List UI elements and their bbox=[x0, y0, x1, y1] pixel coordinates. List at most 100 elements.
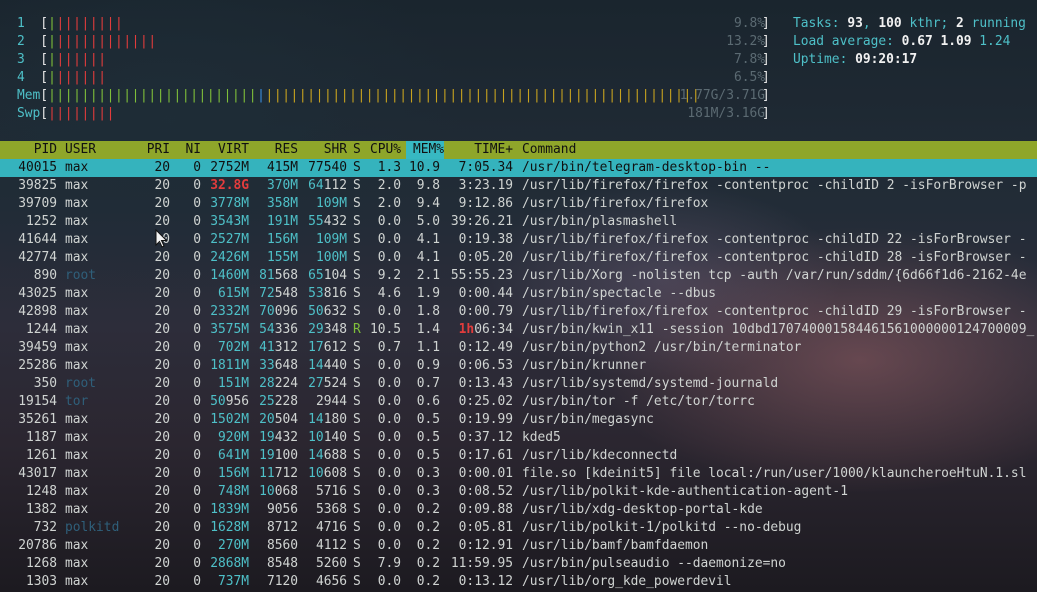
process-cmd: /usr/bin/megasync bbox=[522, 412, 654, 427]
process-ni: 0 bbox=[193, 160, 201, 175]
column-header-pid[interactable]: PID bbox=[0, 141, 57, 159]
column-header-time[interactable]: TIME+ bbox=[440, 141, 513, 159]
process-user: max bbox=[65, 304, 89, 319]
process-cpu: 0.0 bbox=[377, 376, 401, 391]
process-row[interactable]: 39709 max 20 0 3778M 358M 109M S 2.0 9.4 9:12.86/u… bbox=[0, 195, 1037, 213]
process-row[interactable]: 1248 max 20 0 748M 10068 5716 S 0.0 0.3 0:08.52/us… bbox=[0, 483, 1037, 501]
process-pid: 890 bbox=[33, 268, 57, 283]
kthr-label: kthr; bbox=[909, 16, 949, 31]
column-header-user[interactable]: USER bbox=[65, 141, 135, 159]
process-ni: 0 bbox=[193, 178, 201, 193]
process-row[interactable]: 43017 max 20 0 156M 11712 10608 S 0.0 0.3 0:00.01 f… bbox=[0, 465, 1037, 483]
meter-bar-red: |||||| bbox=[56, 52, 107, 67]
column-header-pri[interactable]: PRI bbox=[135, 141, 170, 159]
process-row[interactable]: 1268 max 20 0 2868M 8548 5260 S 7.9 0.2 11:59.95/u… bbox=[0, 555, 1037, 573]
process-virt-value: 920M bbox=[217, 430, 249, 445]
process-row[interactable]: 1261 max 20 0 641M 19100 14688 S 0.0 0.5 0:17.61/u… bbox=[0, 447, 1037, 465]
column-header-ni[interactable]: NI bbox=[170, 141, 201, 159]
column-header-cpu[interactable]: CPU% bbox=[363, 141, 401, 159]
process-res-value-suffix: 224 bbox=[274, 376, 298, 391]
process-shr: 55432 bbox=[298, 213, 347, 231]
process-ni: 0 bbox=[193, 520, 201, 535]
process-virt: 2332M bbox=[201, 303, 249, 321]
process-user: max bbox=[65, 556, 89, 571]
process-res-value-prefix: 54 bbox=[259, 322, 275, 337]
process-ni: 0 bbox=[193, 394, 201, 409]
process-res-value-prefix: 19 bbox=[259, 430, 275, 445]
process-user: max bbox=[65, 322, 89, 337]
process-shr: 29348 bbox=[298, 321, 347, 339]
process-virt: 2752M bbox=[201, 159, 249, 177]
meter-close-bracket: ] bbox=[762, 106, 770, 121]
process-pri: 20 bbox=[154, 538, 170, 553]
meter-bar-red: |||||||| bbox=[48, 106, 115, 121]
column-header-s[interactable]: S bbox=[353, 141, 363, 159]
process-mem: 0.6 bbox=[416, 394, 440, 409]
meter-label: 1 bbox=[17, 16, 25, 31]
process-row[interactable]: 19154 tor 20 0 50956 25228 2944 S 0.0 0.6 0:25.02/… bbox=[0, 393, 1037, 411]
process-cpu: 1.3 bbox=[377, 160, 401, 175]
column-header-virt[interactable]: VIRT bbox=[201, 141, 249, 159]
process-row[interactable]: 42898 max 20 0 2332M 70096 50632 S 0.0 1.8 0:00.79… bbox=[0, 303, 1037, 321]
column-header-command[interactable]: Command bbox=[522, 141, 1037, 159]
process-time: 9:12.86 bbox=[458, 196, 513, 211]
process-ni: 0 bbox=[193, 214, 201, 229]
process-res-value-suffix: 096 bbox=[274, 304, 298, 319]
column-header-mem[interactable]: MEM% bbox=[406, 141, 444, 159]
column-header-shr[interactable]: SHR bbox=[298, 141, 347, 159]
process-row[interactable]: 42774 max 20 0 2426M 155M 100M S 0.0 4.1 0:05.20/u… bbox=[0, 249, 1037, 267]
process-row[interactable]: 25286 max 20 0 1811M 33648 14440 S 0.0 0.9 0:06.53… bbox=[0, 357, 1037, 375]
process-res-value: 191M bbox=[266, 214, 298, 229]
column-header[interactable]: PID USER PRI NI VIRT RES SHR S CPU% MEM% TIME+ Comm… bbox=[0, 141, 1037, 159]
process-s: S bbox=[353, 214, 361, 229]
process-row[interactable]: 890 root 20 0 1460M 81568 65104 S 9.2 2.1 55:55.23… bbox=[0, 267, 1037, 285]
process-row[interactable]: 39825 max 20 0 32.8G 370M 64112 S 2.0 9.8 3:23.19/… bbox=[0, 177, 1037, 195]
process-mem: 5.0 bbox=[416, 214, 440, 229]
process-row[interactable]: 1187 max 20 0 920M 19432 10140 S 0.0 0.5 0:37.12 kd… bbox=[0, 429, 1037, 447]
process-row[interactable]: 39459 max 20 0 702M 41312 17612 S 0.7 1.1 0:12.49/… bbox=[0, 339, 1037, 357]
process-pri: 20 bbox=[154, 304, 170, 319]
process-row[interactable]: 732 polkitd 20 0 1628M 8712 4716 S 0.0 0.2 0:05.81… bbox=[0, 519, 1037, 537]
meter-open-bracket: [ bbox=[40, 88, 49, 103]
process-row[interactable]: 1303 max 20 0 737M 7120 4656 S 0.0 0.2 0:13.12/usr… bbox=[0, 573, 1037, 591]
process-row[interactable]: 350 root 20 0 151M 28224 27524 S 0.0 0.7 0:13.43/u… bbox=[0, 375, 1037, 393]
process-row[interactable]: 40015 max 20 0 2752M 415M 77540 S 1.3 10.9 7:05.34… bbox=[0, 159, 1037, 177]
process-res-value: 415M bbox=[266, 160, 298, 175]
process-mem: 1.9 bbox=[416, 286, 440, 301]
column-header-res[interactable]: RES bbox=[249, 141, 298, 159]
process-res: 370M bbox=[249, 177, 298, 195]
process-row[interactable]: 1382 max 20 0 1839M 9056 5368 S 0.0 0.2 0:09.88/us… bbox=[0, 501, 1037, 519]
process-cmd: /usr/lib/org_kde_powerdevil bbox=[522, 574, 732, 589]
process-s: S bbox=[353, 484, 361, 499]
process-row[interactable]: 43025 max 20 0 615M 72548 53816 S 4.6 1.9 0:00.44/… bbox=[0, 285, 1037, 303]
meter-open-bracket: [ bbox=[40, 52, 49, 67]
process-shr-value-suffix: 112 bbox=[323, 178, 347, 193]
process-pri: 20 bbox=[154, 250, 170, 265]
process-row[interactable]: 1244 max 20 0 3575M 54336 29348 R 10.5 1.4 1h06:34… bbox=[0, 321, 1037, 339]
process-time: 3:23.19 bbox=[458, 178, 513, 193]
process-time: 0:06.53 bbox=[458, 358, 513, 373]
process-shr: 10140 bbox=[298, 429, 347, 447]
process-shr-value-suffix: 180 bbox=[323, 412, 347, 427]
process-virt-value: 2426M bbox=[210, 250, 249, 265]
process-row[interactable]: 35261 max 20 0 1502M 20504 14180 S 0.0 0.5 0:19.99… bbox=[0, 411, 1037, 429]
process-ni: 0 bbox=[193, 574, 201, 589]
process-s: S bbox=[353, 178, 361, 193]
process-cmd: /usr/lib/polkit-1/polkitd --no-debug bbox=[522, 520, 802, 535]
process-shr: 4656 bbox=[315, 574, 347, 589]
process-cmd: /usr/bin/python2 /usr/bin/terminator bbox=[522, 340, 802, 355]
process-cmd: /usr/lib/firefox/firefox bbox=[522, 196, 709, 211]
process-row[interactable]: 20786 max 20 0 270M 8560 4112 S 0.0 0.2 0:12.91/us… bbox=[0, 537, 1037, 555]
process-shr: 50632 bbox=[298, 303, 347, 321]
process-user: max bbox=[65, 196, 89, 211]
process-mem: 2.1 bbox=[416, 268, 440, 283]
process-cmd: /usr/bin/plasmashell bbox=[522, 214, 678, 229]
meter-close-bracket: ] bbox=[762, 16, 770, 31]
process-s: S bbox=[353, 286, 361, 301]
process-user: tor bbox=[65, 394, 89, 409]
process-virt-value: 702M bbox=[217, 340, 249, 355]
process-virt-value: 2332M bbox=[210, 304, 249, 319]
process-pri: 20 bbox=[154, 448, 170, 463]
process-cpu: 0.0 bbox=[377, 358, 401, 373]
process-shr-value-suffix: 432 bbox=[323, 214, 347, 229]
